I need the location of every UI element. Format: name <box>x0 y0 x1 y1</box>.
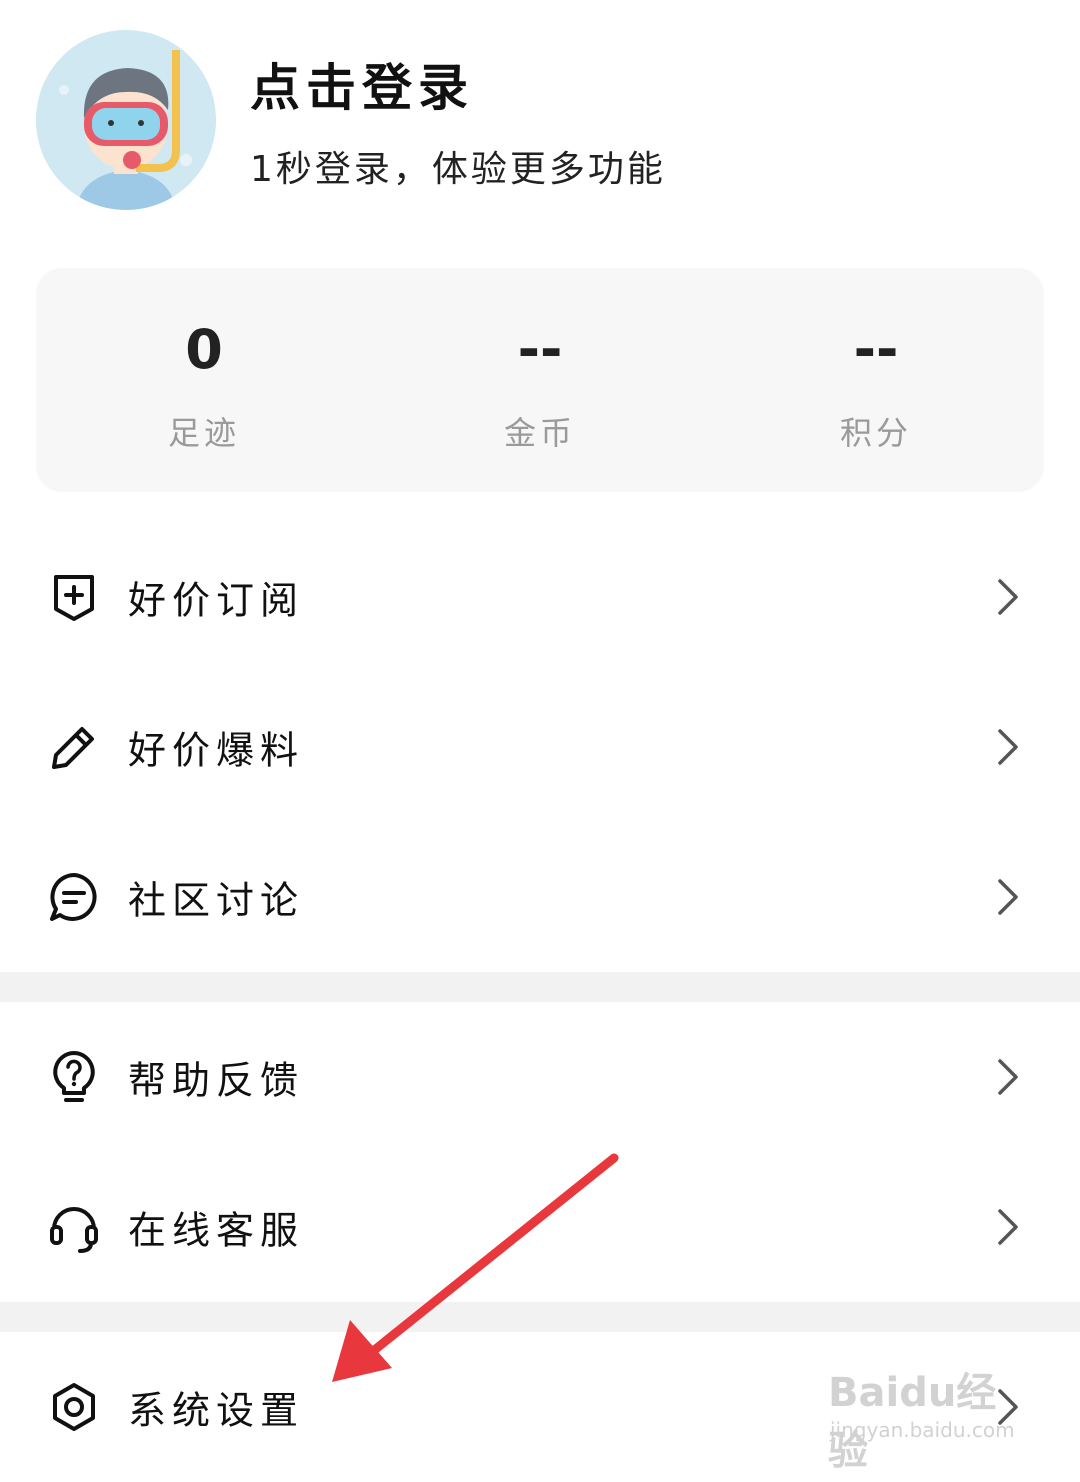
menu-item-online-service[interactable]: 在线客服 <box>0 1152 1080 1302</box>
watermark-url: jingyan.baidu.com <box>830 1418 1015 1442</box>
menu-item-label: 好价爆料 <box>128 728 305 773</box>
menu-item-label: 社区讨论 <box>128 878 305 923</box>
stat-coins[interactable]: -- 金币 <box>372 268 708 492</box>
stat-label: 积分 <box>839 414 912 452</box>
chevron-right-icon <box>998 879 1018 915</box>
stat-value: 0 <box>185 318 223 381</box>
stat-footprints[interactable]: 0 足迹 <box>36 268 372 492</box>
avatar[interactable] <box>36 30 216 210</box>
stat-label: 金币 <box>503 414 576 452</box>
chevron-right-icon <box>998 1059 1018 1095</box>
menu-item-label: 系统设置 <box>128 1388 305 1433</box>
section-divider <box>0 972 1080 1002</box>
snorkel-boy-avatar-image <box>36 30 216 210</box>
stat-label: 足迹 <box>167 414 240 452</box>
stat-points[interactable]: -- 积分 <box>708 268 1044 492</box>
baidu-jingyan-watermark: Baidu经验 jingyan.baidu.com <box>828 1360 1028 1474</box>
stat-value: -- <box>853 318 899 381</box>
menu-item-label: 在线客服 <box>128 1208 305 1253</box>
chevron-right-icon <box>998 1209 1018 1245</box>
subscribe-plus-icon <box>54 575 94 621</box>
lightbulb-question-icon <box>53 1051 95 1102</box>
menu-item-community[interactable]: 社区讨论 <box>0 822 1080 972</box>
pencil-icon <box>52 727 94 769</box>
menu-item-label: 帮助反馈 <box>128 1058 305 1103</box>
stats-card: 0 足迹 -- 金币 -- 积分 <box>36 268 1044 492</box>
section-divider <box>0 1302 1080 1332</box>
chevron-right-icon <box>998 729 1018 765</box>
chevron-right-icon <box>998 579 1018 615</box>
headset-icon <box>50 1207 98 1253</box>
menu-item-label: 好价订阅 <box>128 578 305 623</box>
settings-hexagon-icon <box>53 1383 95 1431</box>
stat-value: -- <box>517 318 563 381</box>
menu-item-deal-subscription[interactable]: 好价订阅 <box>0 522 1080 672</box>
menu-item-help-feedback[interactable]: 帮助反馈 <box>0 1002 1080 1152</box>
login-subtitle[interactable]: 1秒登录，体验更多功能 <box>250 140 666 192</box>
menu-item-deal-tipoff[interactable]: 好价爆料 <box>0 672 1080 822</box>
login-title[interactable]: 点击登录 <box>250 48 474 120</box>
chat-bubble-icon <box>50 873 97 921</box>
